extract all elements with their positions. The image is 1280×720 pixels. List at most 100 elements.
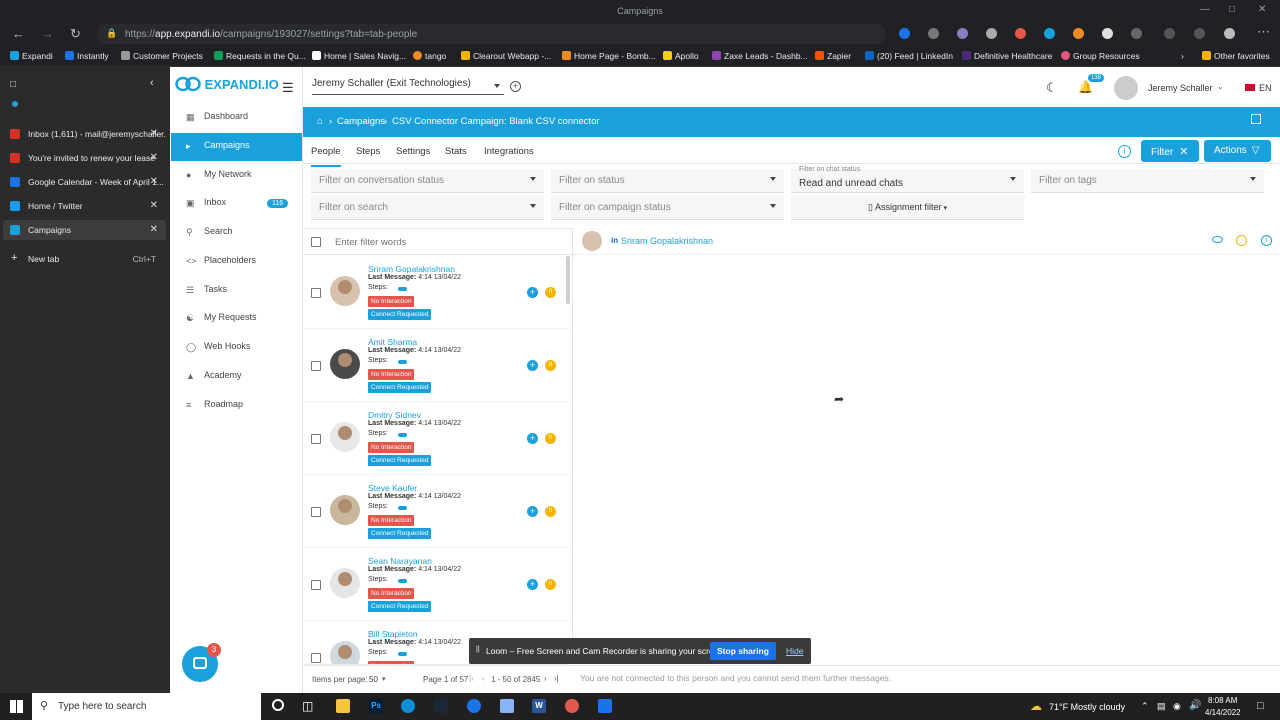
person-name[interactable]: Bill Stapleton bbox=[368, 629, 418, 639]
close-tab-icon[interactable]: ✕ bbox=[150, 224, 158, 235]
volume-icon[interactable]: 🔊 bbox=[1189, 700, 1201, 711]
add-icon[interactable]: + bbox=[527, 287, 538, 298]
list-item[interactable]: Steve Kaufer Last Message: 4:14 13/04/22 S… bbox=[304, 475, 570, 548]
selected-person-name[interactable]: Sriram Gopalakrishnan bbox=[621, 236, 713, 246]
nav-inbox[interactable]: ▣ Inbox 116 bbox=[171, 190, 302, 218]
close-tab-icon[interactable]: ✕ bbox=[150, 128, 158, 139]
nav-academy[interactable]: ▲ Academy bbox=[171, 363, 302, 391]
logo[interactable]: EXPANDI.IO bbox=[175, 75, 279, 93]
nav-roadmap[interactable]: ≡ Roadmap bbox=[171, 392, 302, 420]
list-scrollbar[interactable] bbox=[566, 256, 570, 304]
browser-tab[interactable]: Google Calendar - Week of April 1... ✕ bbox=[3, 172, 166, 192]
extension-icon[interactable] bbox=[1015, 28, 1026, 39]
bookmark[interactable]: Home Page - Bomb... bbox=[562, 51, 656, 61]
stop-sharing-button[interactable]: Stop sharing bbox=[710, 642, 776, 660]
filter-button[interactable]: Filter ✕ bbox=[1141, 140, 1199, 162]
nav-dashboard[interactable]: ▦ Dashboard bbox=[171, 104, 302, 132]
pause-icon[interactable]: II bbox=[545, 433, 556, 444]
bookmark[interactable]: Group Resources bbox=[1061, 51, 1140, 61]
edge-icon[interactable] bbox=[401, 699, 415, 713]
bell-icon[interactable]: 🔔 bbox=[1078, 80, 1093, 94]
cortana-icon[interactable] bbox=[272, 699, 284, 711]
list-item[interactable]: Amit Sharma Last Message: 4:14 13/04/22 St… bbox=[304, 329, 570, 402]
chat-status-filter[interactable]: Filter on chat status Read and unread cha… bbox=[791, 166, 1024, 193]
person-name[interactable]: Amit Sharma bbox=[368, 337, 417, 347]
prev-page-icon[interactable]: ‹ bbox=[482, 674, 485, 683]
info-icon[interactable]: i bbox=[1261, 235, 1272, 246]
bookmark[interactable]: Zaxe Leads - Dashb... bbox=[712, 51, 808, 61]
pause-icon[interactable]: II bbox=[545, 287, 556, 298]
more-icon[interactable]: ⋯ bbox=[1257, 24, 1270, 40]
conversation-status-filter[interactable]: Filter on conversation status bbox=[311, 169, 544, 193]
extensions-icon[interactable] bbox=[1131, 28, 1142, 39]
row-checkbox[interactable] bbox=[311, 580, 321, 590]
extension-icon[interactable] bbox=[957, 28, 968, 39]
profile-icon[interactable] bbox=[1224, 28, 1235, 39]
first-page-icon[interactable]: |‹ bbox=[469, 674, 474, 683]
extension-icon[interactable] bbox=[928, 28, 939, 39]
bookmark[interactable]: (20) Feed | LinkedIn bbox=[865, 51, 953, 61]
bookmark[interactable]: Zapier bbox=[815, 51, 851, 61]
avatar[interactable] bbox=[1114, 76, 1138, 100]
nav-my-network[interactable]: ● My Network bbox=[171, 162, 302, 190]
pause-icon[interactable]: II bbox=[545, 506, 556, 517]
workspace-select[interactable]: Jeremy Schaller (Exit Technologies) bbox=[312, 78, 504, 95]
nav-my-requests[interactable]: ☯ My Requests bbox=[171, 305, 302, 333]
windows-start-icon[interactable] bbox=[10, 700, 23, 713]
home-icon[interactable]: ⌂ bbox=[317, 116, 323, 127]
close-window-icon[interactable]: ✕ bbox=[1258, 4, 1266, 15]
person-name[interactable]: Steve Kaufer bbox=[368, 483, 417, 493]
user-name[interactable]: Jeremy Schaller bbox=[1148, 83, 1213, 93]
search-filter[interactable]: Filter on search bbox=[311, 196, 544, 220]
add-icon[interactable]: + bbox=[527, 360, 538, 371]
last-page-icon[interactable]: ›| bbox=[554, 674, 559, 683]
bookmark[interactable]: Requests in the Qu... bbox=[214, 51, 306, 61]
browser-tab-active[interactable]: Campaigns ✕ bbox=[3, 220, 166, 240]
next-page-icon[interactable]: › bbox=[544, 674, 547, 683]
bookmark[interactable]: Clearout Webapp -... bbox=[461, 51, 551, 61]
extension-icon[interactable] bbox=[1102, 28, 1113, 39]
campaign-status-filter[interactable]: Filter on campaign status bbox=[551, 196, 784, 220]
reload-icon[interactable]: ↻ bbox=[70, 26, 81, 42]
fullscreen-icon[interactable] bbox=[1251, 114, 1261, 124]
collapse-icon[interactable]: ‹ bbox=[150, 77, 154, 89]
chat-support-button[interactable]: 3 bbox=[182, 643, 221, 682]
app-icon[interactable] bbox=[565, 699, 579, 713]
row-checkbox[interactable] bbox=[311, 361, 321, 371]
items-per-page-select[interactable]: 50 bbox=[369, 675, 378, 684]
pause-icon[interactable]: II bbox=[545, 579, 556, 590]
list-item[interactable]: Dmitry Sidnev Last Message: 4:14 13/04/22… bbox=[304, 402, 570, 475]
word-icon[interactable]: W bbox=[532, 699, 546, 713]
app-icon[interactable] bbox=[467, 699, 481, 713]
info-icon[interactable]: i bbox=[1118, 145, 1131, 158]
extension-icon[interactable] bbox=[899, 28, 910, 39]
browser-tab[interactable]: Inbox (1,611) - mail@jeremyschaller... ✕ bbox=[3, 124, 166, 144]
add-icon[interactable]: + bbox=[527, 579, 538, 590]
dark-mode-icon[interactable]: ☾ bbox=[1046, 80, 1058, 96]
forward-icon[interactable]: → bbox=[41, 26, 54, 41]
person-name[interactable]: Sean Narayanan bbox=[368, 556, 432, 566]
list-item[interactable]: Sean Narayanan Last Message: 4:14 13/04/2… bbox=[304, 548, 570, 621]
browser-tab[interactable]: You're invited to renew your lease ✕ bbox=[3, 148, 166, 168]
assignment-filter[interactable]: ▯ Assignment filter ▾ bbox=[791, 196, 1024, 220]
pause-icon[interactable] bbox=[1236, 235, 1247, 246]
minimize-icon[interactable]: — bbox=[1200, 4, 1210, 15]
filter-words-input[interactable] bbox=[335, 234, 555, 250]
bookmark[interactable]: Instantly bbox=[65, 51, 109, 61]
bookmark[interactable]: Customer Projects bbox=[121, 51, 203, 61]
select-all-checkbox[interactable] bbox=[311, 237, 321, 247]
chevron-down-icon[interactable]: ▾ bbox=[382, 675, 386, 683]
status-filter[interactable]: Filter on status bbox=[551, 169, 784, 193]
chevron-right-icon[interactable]: › bbox=[1181, 51, 1184, 61]
maximize-icon[interactable]: □ bbox=[1229, 4, 1235, 15]
bookmark[interactable]: Expandi bbox=[10, 51, 53, 61]
nav-web-hooks[interactable]: ◯ Web Hooks bbox=[171, 334, 302, 362]
network-tray-icon[interactable]: ▤ bbox=[1157, 701, 1166, 712]
actions-button[interactable]: Actions ▽ bbox=[1204, 140, 1271, 162]
person-name[interactable]: Dmitry Sidnev bbox=[368, 410, 421, 420]
row-checkbox[interactable] bbox=[311, 434, 321, 444]
taskbar-search[interactable]: ⚲ Type here to search bbox=[32, 693, 261, 720]
clock-time[interactable]: 8:08 AM bbox=[1208, 696, 1237, 705]
steam-icon[interactable] bbox=[434, 699, 448, 713]
extension-icon[interactable] bbox=[986, 28, 997, 39]
